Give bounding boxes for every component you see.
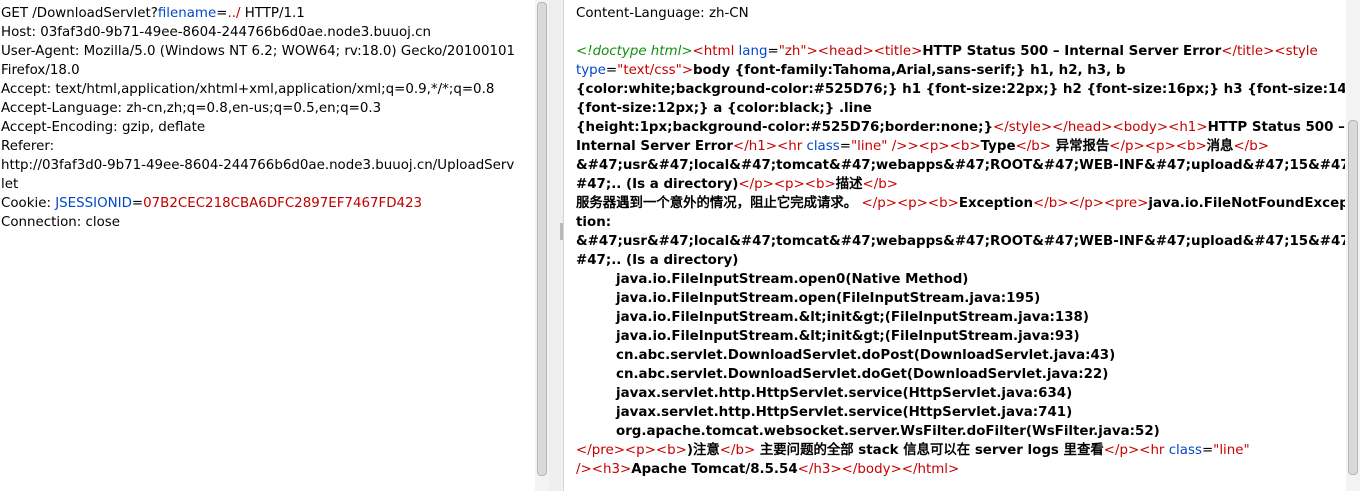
html-line-7: &#47;usr&#47;local&#47;tomcat&#47;webapp… bbox=[576, 158, 1345, 173]
header-referer-url: http://03faf3d0-9b71-49ee-8604-244766b6d… bbox=[1, 158, 515, 173]
header-user-agent: User-Agent: Mozilla/5.0 (Windows NT 6.2;… bbox=[1, 44, 516, 59]
stack-frame: java.io.FileInputStream.open(FileInputSt… bbox=[616, 291, 1041, 306]
response-scroll-thumb[interactable] bbox=[1348, 120, 1358, 475]
stack-frame: java.io.FileInputStream.open0(Native Met… bbox=[616, 272, 969, 287]
stack-frame: java.io.FileInputStream.&lt;init&gt;(Fil… bbox=[616, 310, 1089, 325]
header-referer-url-wrap: let bbox=[1, 177, 19, 192]
response-pane[interactable]: Content-Language: zh-CN <!doctype html><… bbox=[563, 0, 1345, 491]
request-line: GET /DownloadServlet?filename=../ HTTP/1… bbox=[1, 6, 305, 21]
html-line-8: #47;.. (Is a directory)</p><p><b>描述</b> bbox=[576, 177, 898, 192]
param-name: filename bbox=[157, 6, 217, 21]
stack-frame: java.io.FileInputStream.&lt;init&gt;(Fil… bbox=[616, 329, 1080, 344]
stack-frame: javax.servlet.http.HttpServlet.service(H… bbox=[616, 405, 1073, 420]
param-value: ../ bbox=[227, 6, 241, 21]
html-line-11: &#47;usr&#47;local&#47;tomcat&#47;webapp… bbox=[576, 234, 1345, 249]
header-accept: Accept: text/html,application/xhtml+xml,… bbox=[1, 82, 495, 97]
request-scrollbar[interactable] bbox=[535, 0, 549, 491]
title-text: HTTP Status 500 – Internal Server Error bbox=[922, 44, 1222, 59]
html-line-10: tion: bbox=[576, 215, 612, 230]
html-line-2: type="text/css">body {font-family:Tahoma… bbox=[576, 63, 1126, 78]
stack-frame: cn.abc.servlet.DownloadServlet.doPost(Do… bbox=[616, 348, 1116, 363]
request-editor[interactable]: GET /DownloadServlet?filename=../ HTTP/1… bbox=[1, 4, 532, 232]
header-user-agent-wrap: Firefox/18.0 bbox=[1, 63, 80, 78]
header-accept-language: Accept-Language: zh-cn,zh;q=0.8,en-us;q=… bbox=[1, 101, 382, 116]
stack-frame: javax.servlet.http.HttpServlet.service(H… bbox=[616, 386, 1073, 401]
header-host: Host: 03faf3d0-9b71-49ee-8604-244766b6d0… bbox=[1, 25, 431, 40]
header-content-language: Content-Language: zh-CN bbox=[576, 6, 749, 21]
html-line-3: {color:white;background-color:#525D76;} … bbox=[576, 82, 1345, 97]
cookie-value: 07B2CEC218CBA6DFC2897EF7467FD423 bbox=[143, 196, 423, 211]
html-line-note: </pre><p><b>)注意</b> 主要问题的全部 stack 信息可以在 … bbox=[576, 443, 1250, 458]
html-line-1: <!doctype html><html lang="zh"><head><ti… bbox=[576, 44, 1318, 59]
html-line-5: {height:1px;background-color:#525D76;bor… bbox=[576, 120, 1345, 135]
stack-frame: org.apache.tomcat.websocket.server.WsFil… bbox=[616, 424, 1160, 439]
header-accept-encoding: Accept-Encoding: gzip, deflate bbox=[1, 120, 206, 135]
response-editor[interactable]: Content-Language: zh-CN <!doctype html><… bbox=[576, 4, 1345, 479]
html-line-9: 服务器遇到一个意外的情况，阻止它完成请求。 </p><p><b>Exceptio… bbox=[576, 196, 1345, 211]
header-cookie: Cookie: JSESSIONID=07B2CEC218CBA6DFC2897… bbox=[1, 196, 423, 211]
header-connection: Connection: close bbox=[1, 215, 121, 230]
html-line-4: {font-size:12px;} a {color:black;} .line bbox=[576, 101, 872, 116]
request-pane[interactable]: GET /DownloadServlet?filename=../ HTTP/1… bbox=[0, 0, 549, 491]
html-line-footer: /><h3>Apache Tomcat/8.5.54</h3></body></… bbox=[576, 462, 960, 477]
html-line-12: #47;.. (Is a directory) bbox=[576, 253, 739, 268]
cookie-name: JSESSIONID bbox=[55, 196, 132, 211]
pane-splitter[interactable] bbox=[549, 0, 563, 491]
request-scroll-thumb[interactable] bbox=[537, 2, 547, 476]
header-referer: Referer: bbox=[1, 139, 55, 154]
response-scrollbar[interactable] bbox=[1346, 0, 1360, 491]
stack-frame: cn.abc.servlet.DownloadServlet.doGet(Dow… bbox=[616, 367, 1109, 382]
html-line-6: Internal Server Error</h1><hr class="lin… bbox=[576, 139, 1269, 154]
